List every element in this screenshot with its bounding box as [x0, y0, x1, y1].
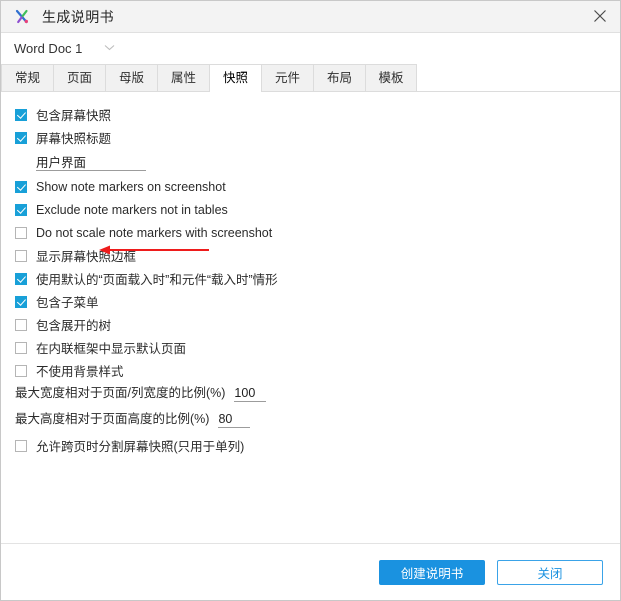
- checkbox-label-use-default-onload: 使用默认的“页面载入时”和元件“载入时”情形: [36, 273, 278, 287]
- snapshot-title-input[interactable]: [36, 153, 146, 171]
- dialog-footer: 创建说明书 关闭: [1, 543, 620, 600]
- max-height-row: 最大高度相对于页面高度的比例(%): [1, 408, 620, 434]
- checkbox-label-show-screenshot-border: 显示屏幕快照边框: [36, 250, 137, 264]
- option-row-do-not-scale-note-markers: Do not scale note markers with screensho…: [1, 221, 620, 244]
- option-row-use-default-onload: 使用默认的“页面载入时”和元件“载入时”情形: [1, 267, 620, 290]
- tab-template[interactable]: 模板: [365, 64, 417, 91]
- document-dropdown-value: Word Doc 1: [14, 40, 83, 56]
- page-title: 生成说明书: [42, 8, 114, 25]
- option-row-allow-split-across-pages: 允许跨页时分割屏幕快照(只用于单列): [1, 434, 620, 457]
- document-selector-bar: Word Doc 1: [1, 33, 620, 63]
- title-bar: 生成说明书: [1, 1, 620, 33]
- chevron-down-icon: [104, 44, 115, 53]
- tab-properties[interactable]: 属性: [157, 64, 209, 91]
- option-row-include-submenus: 包含子菜单: [1, 290, 620, 313]
- max-width-input[interactable]: [234, 386, 267, 402]
- close-button[interactable]: 关闭: [497, 559, 603, 585]
- checkbox-include-expanded-tree[interactable]: [15, 318, 27, 331]
- tab-general[interactable]: 常规: [1, 64, 53, 91]
- option-row-include-expanded-tree: 包含展开的树: [1, 313, 620, 336]
- option-row-no-background-style: 不使用背景样式: [1, 359, 620, 382]
- tab-masters[interactable]: 母版: [105, 64, 157, 91]
- tab-widgets[interactable]: 元件: [261, 64, 313, 91]
- checkbox-label-show-note-markers: Show note markers on screenshot: [36, 179, 226, 194]
- checkbox-use-default-onload[interactable]: [15, 272, 27, 285]
- checkbox-label-include-submenus: 包含子菜单: [36, 296, 99, 310]
- checkbox-screenshot-title[interactable]: [15, 131, 27, 144]
- tab-snapshot[interactable]: 快照: [209, 64, 261, 92]
- document-dropdown[interactable]: Word Doc 1: [14, 41, 115, 56]
- option-row-exclude-note-markers: Exclude note markers not in tables: [1, 198, 620, 221]
- checkbox-include-submenus[interactable]: [15, 295, 27, 308]
- checkbox-label-exclude-note-markers: Exclude note markers not in tables: [36, 202, 228, 217]
- checkbox-label-screenshot-title: 屏幕快照标题: [36, 132, 112, 146]
- tab-pages[interactable]: 页面: [53, 64, 105, 91]
- max-width-label: 最大宽度相对于页面/列宽度的比例(%): [15, 386, 226, 400]
- checkbox-label-do-not-scale-note-markers: Do not scale note markers with screensho…: [36, 225, 273, 240]
- snapshot-title-field-row: [1, 149, 620, 175]
- checkbox-include-screenshot[interactable]: [15, 108, 27, 121]
- checkbox-no-background-style[interactable]: [15, 364, 27, 377]
- checkbox-label-no-background-style: 不使用背景样式: [36, 365, 124, 379]
- generate-spec-dialog: 生成说明书 Word Doc 1 常规 页面 母版 属性 快照 元件 布局 模板: [0, 0, 621, 601]
- option-row-show-default-page-in-iframe: 在内联框架中显示默认页面: [1, 336, 620, 359]
- checkbox-do-not-scale-note-markers[interactable]: [15, 226, 27, 239]
- option-row-include-screenshot: 包含屏幕快照: [1, 103, 620, 126]
- snapshot-options-panel: 包含屏幕快照 屏幕快照标题 Show note markers on scree…: [1, 92, 620, 543]
- checkbox-label-show-default-page-in-iframe: 在内联框架中显示默认页面: [36, 342, 187, 356]
- option-row-show-screenshot-border: 显示屏幕快照边框: [1, 244, 620, 267]
- checkbox-label-include-screenshot: 包含屏幕快照: [36, 109, 112, 123]
- option-row-show-note-markers: Show note markers on screenshot: [1, 175, 620, 198]
- max-height-input[interactable]: [218, 412, 251, 428]
- close-icon[interactable]: [580, 1, 620, 31]
- checkbox-allow-split-across-pages[interactable]: [15, 439, 27, 452]
- option-row-screenshot-title: 屏幕快照标题: [1, 126, 620, 149]
- checkbox-show-note-markers[interactable]: [15, 180, 27, 193]
- max-height-label: 最大高度相对于页面高度的比例(%): [15, 412, 210, 426]
- checkbox-label-include-expanded-tree: 包含展开的树: [36, 319, 112, 333]
- checkbox-exclude-note-markers[interactable]: [15, 203, 27, 216]
- checkbox-show-screenshot-border[interactable]: [15, 249, 27, 262]
- tab-strip: 常规 页面 母版 属性 快照 元件 布局 模板: [1, 63, 620, 92]
- checkbox-show-default-page-in-iframe[interactable]: [15, 341, 27, 354]
- axure-x-logo-icon: [14, 8, 32, 26]
- create-spec-button[interactable]: 创建说明书: [379, 559, 485, 585]
- max-width-row: 最大宽度相对于页面/列宽度的比例(%): [1, 382, 620, 408]
- checkbox-label-allow-split-across-pages: 允许跨页时分割屏幕快照(只用于单列): [36, 440, 245, 454]
- tab-layout[interactable]: 布局: [313, 64, 365, 91]
